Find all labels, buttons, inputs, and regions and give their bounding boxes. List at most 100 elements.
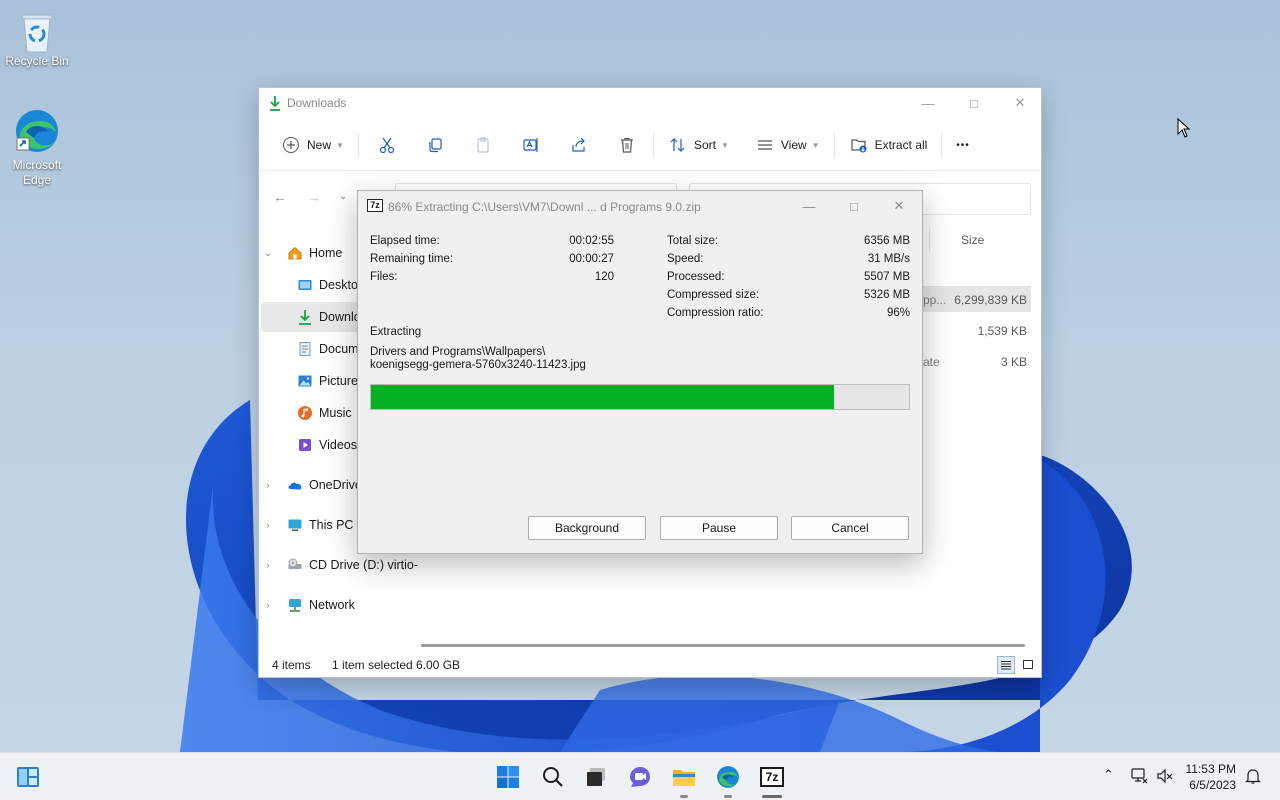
clock-date: 6/5/2023 [1189, 778, 1236, 792]
expand-chevron-icon[interactable]: › [261, 560, 275, 570]
share-icon [569, 135, 589, 155]
speed-label: Speed: [667, 253, 704, 265]
horizontal-scrollbar[interactable] [421, 644, 1025, 647]
operation-label: Extracting [370, 326, 422, 338]
view-button[interactable]: View ▼ [747, 128, 828, 162]
total-size-value: 6356 MB [863, 235, 910, 247]
search-button[interactable] [538, 763, 568, 791]
rename-button[interactable] [513, 128, 549, 162]
files-value: 120 [594, 271, 614, 283]
cd-drive-icon [287, 557, 303, 573]
copy-button[interactable] [417, 128, 453, 162]
tiles-view-icon [1023, 660, 1033, 669]
plus-circle-icon [281, 135, 301, 155]
maximize-button[interactable]: □ [831, 191, 877, 221]
notifications-icon[interactable] [1245, 767, 1261, 788]
extract-all-button[interactable]: Extract all [841, 128, 936, 162]
chevron-down-icon: ▼ [720, 140, 729, 150]
desktop-icon-label: Edge [22, 173, 52, 187]
file-row[interactable]: pp... 6,299,839 KB [923, 286, 1031, 312]
column-separator[interactable] [929, 228, 930, 252]
pause-button[interactable]: Pause [660, 516, 778, 540]
selection-count: 1 item selected [332, 658, 413, 672]
sidebar-item-label: Videos [319, 438, 357, 452]
running-indicator [680, 795, 688, 798]
close-button[interactable]: ✕ [876, 191, 922, 221]
expand-chevron-icon[interactable]: › [261, 480, 275, 490]
recent-locations-chevron-icon[interactable]: ⌄ [339, 191, 347, 202]
sort-label: Sort [693, 138, 716, 152]
chat-button[interactable] [625, 763, 655, 791]
column-header-size[interactable]: Size [961, 233, 984, 247]
trash-icon [617, 135, 637, 155]
progress-fill [371, 385, 834, 409]
start-button[interactable] [493, 763, 523, 791]
clock-time: 11:53 PM [1185, 762, 1236, 776]
toolbar-separator [941, 133, 943, 157]
close-button[interactable]: ✕ [997, 88, 1043, 118]
network-icon [287, 597, 303, 613]
clipboard-icon [473, 135, 493, 155]
compression-ratio-value: 96% [886, 307, 910, 319]
edge-button[interactable] [713, 763, 743, 798]
file-row[interactable]: ate 3 KB [923, 348, 1031, 374]
explorer-titlebar[interactable]: Downloads — □ ✕ [259, 88, 1041, 118]
7zip-taskbar-button[interactable]: 7z [757, 763, 787, 798]
dialog-title: 86% Extracting C:\Users\VM7\Downl ... d … [388, 200, 701, 214]
edge-icon [16, 108, 58, 152]
back-arrow-icon[interactable]: ← [273, 189, 287, 205]
more-options-button[interactable]: ••• [948, 128, 978, 162]
view-label: View [780, 138, 807, 152]
scissors-icon [377, 135, 397, 155]
remaining-time-value: 00:00:27 [569, 253, 614, 265]
mouse-cursor-icon [1177, 117, 1191, 141]
extraction-progress-dialog[interactable]: 7z 86% Extracting C:\Users\VM7\Downl ...… [357, 190, 923, 554]
show-hidden-icons-chevron-icon[interactable]: ⌃ [1103, 767, 1114, 783]
cut-button[interactable] [369, 128, 405, 162]
task-view-button[interactable] [581, 763, 611, 791]
minimize-button[interactable]: — [786, 191, 832, 221]
volume-muted-icon[interactable] [1156, 767, 1174, 788]
sidebar-item-cd-drive[interactable]: › CD Drive (D:) virtio- [261, 550, 419, 580]
sidebar-item-label: Network [309, 598, 355, 612]
copy-icon [425, 135, 445, 155]
toolbar-separator [357, 133, 359, 157]
sort-button[interactable]: Sort ▼ [660, 128, 737, 162]
expand-chevron-icon[interactable]: › [261, 600, 275, 610]
running-indicator [724, 795, 732, 798]
details-view-button[interactable] [997, 656, 1015, 674]
downloads-icon [297, 309, 313, 325]
status-bar: 4 items 1 item selected 6.00 GB [259, 653, 1041, 677]
tiles-view-button[interactable] [1019, 656, 1037, 674]
elapsed-time-label: Elapsed time: [370, 235, 440, 247]
teams-chat-icon [630, 767, 650, 787]
sidebar-item-label: OneDrive [309, 478, 362, 492]
expand-chevron-icon[interactable]: › [261, 520, 275, 530]
edge-icon [717, 766, 739, 788]
file-row[interactable]: 1,539 KB [923, 317, 1031, 343]
background-button[interactable]: Background [528, 516, 646, 540]
forward-arrow-icon[interactable]: → [307, 189, 321, 205]
maximize-button[interactable]: □ [951, 88, 997, 118]
collapse-chevron-icon[interactable]: ⌄ [261, 248, 275, 259]
share-button[interactable] [561, 128, 597, 162]
downloads-icon [269, 95, 281, 111]
7zip-icon: 7z [760, 767, 784, 787]
minimize-button[interactable]: — [905, 88, 951, 118]
file-explorer-button[interactable] [669, 763, 699, 798]
command-bar: New ▼ Sort ▼ View ▼ Extract all ••• [259, 126, 1041, 164]
cancel-button[interactable]: Cancel [791, 516, 909, 540]
remaining-time-label: Remaining time: [370, 253, 454, 265]
paste-button[interactable] [465, 128, 501, 162]
delete-button[interactable] [609, 128, 645, 162]
sidebar-item-label: Home [309, 246, 343, 260]
toolbar-separator [833, 133, 835, 157]
network-status-icon[interactable] [1130, 767, 1148, 788]
system-clock[interactable]: 11:53 PM 6/5/2023 [1186, 761, 1236, 793]
desktop-icon-edge[interactable]: Microsoft Edge [0, 108, 74, 188]
start-icon [497, 766, 519, 788]
desktop-icon-recycle-bin[interactable]: Recycle Bin [0, 10, 74, 69]
sidebar-item-network[interactable]: › Network [261, 590, 419, 620]
new-button[interactable]: New ▼ [273, 128, 352, 162]
widgets-button[interactable] [13, 763, 43, 791]
